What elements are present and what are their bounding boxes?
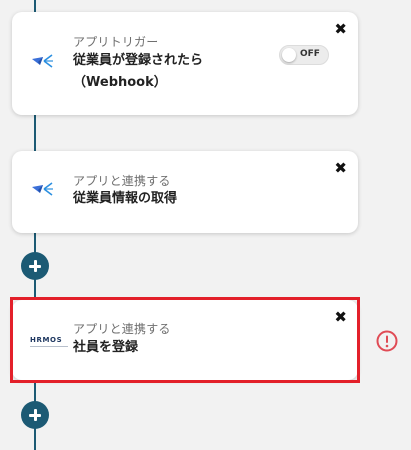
step-type-label: アプリと連携する	[73, 174, 171, 188]
smarthr-paper-plane-icon	[30, 52, 54, 76]
error-alert-icon[interactable]	[376, 330, 398, 356]
toggle-state-label: OFF	[300, 49, 320, 59]
step-type-label: アプリトリガー	[73, 35, 159, 49]
smarthr-paper-plane-icon	[30, 180, 54, 204]
error-highlight-frame	[10, 297, 360, 383]
trigger-step-card[interactable]: アプリトリガー 従業員が登録されたら （Webhook） OFF ✖	[12, 12, 358, 115]
add-step-button[interactable]	[21, 252, 49, 280]
close-icon[interactable]: ✖	[334, 161, 347, 176]
step-title: 従業員情報の取得	[73, 191, 178, 206]
add-step-button[interactable]	[21, 401, 49, 429]
action-step-card-get-employee[interactable]: アプリと連携する 従業員情報の取得 ✖	[12, 151, 358, 233]
close-icon[interactable]: ✖	[334, 22, 347, 37]
flow-canvas: アプリトリガー 従業員が登録されたら （Webhook） OFF ✖ アプリと連…	[0, 0, 411, 450]
connector-line	[34, 115, 36, 151]
step-title-line-1: 従業員が登録されたら	[73, 53, 204, 68]
trigger-toggle-switch[interactable]: OFF	[279, 45, 329, 65]
connector-line	[34, 0, 36, 12]
toggle-knob	[282, 48, 296, 62]
step-title-line-2: （Webhook）	[73, 75, 167, 90]
